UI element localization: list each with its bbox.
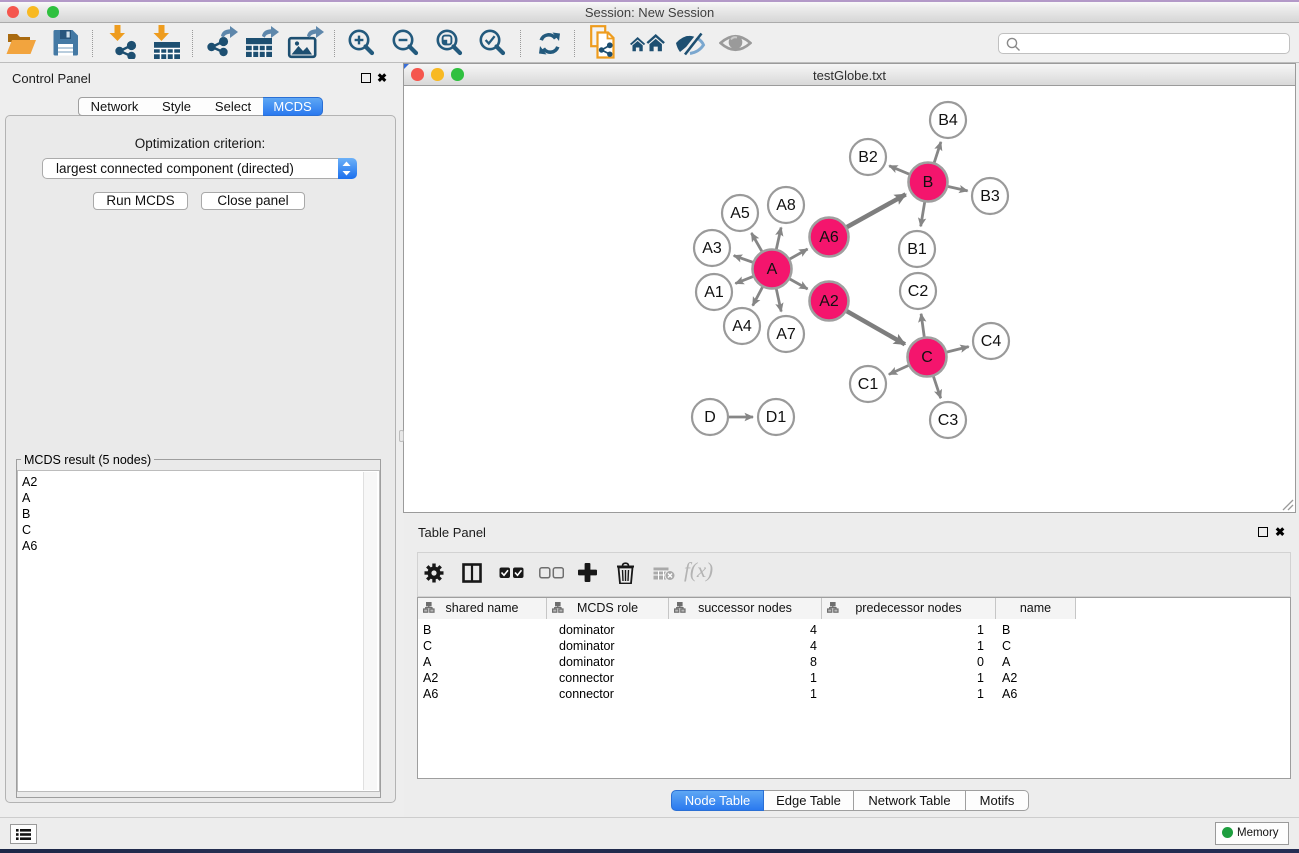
- svg-text:A1: A1: [704, 284, 724, 301]
- svg-text:C1: C1: [858, 376, 879, 393]
- svg-text:D1: D1: [766, 409, 787, 426]
- svg-text:D: D: [704, 409, 716, 426]
- svg-text:A: A: [767, 261, 778, 278]
- svg-text:A8: A8: [776, 197, 796, 214]
- svg-text:A2: A2: [819, 293, 839, 310]
- svg-text:B: B: [923, 174, 934, 191]
- svg-text:C2: C2: [908, 283, 929, 300]
- svg-text:B2: B2: [858, 149, 878, 166]
- svg-text:B1: B1: [907, 241, 927, 258]
- svg-text:C4: C4: [981, 333, 1002, 350]
- svg-text:B3: B3: [980, 188, 1000, 205]
- svg-text:B4: B4: [938, 112, 958, 129]
- svg-text:A7: A7: [776, 326, 796, 343]
- svg-text:C3: C3: [938, 412, 959, 429]
- svg-text:A3: A3: [702, 240, 722, 257]
- svg-text:A6: A6: [819, 229, 839, 246]
- svg-text:A4: A4: [732, 318, 752, 335]
- svg-text:C: C: [921, 349, 933, 366]
- svg-text:A5: A5: [730, 205, 750, 222]
